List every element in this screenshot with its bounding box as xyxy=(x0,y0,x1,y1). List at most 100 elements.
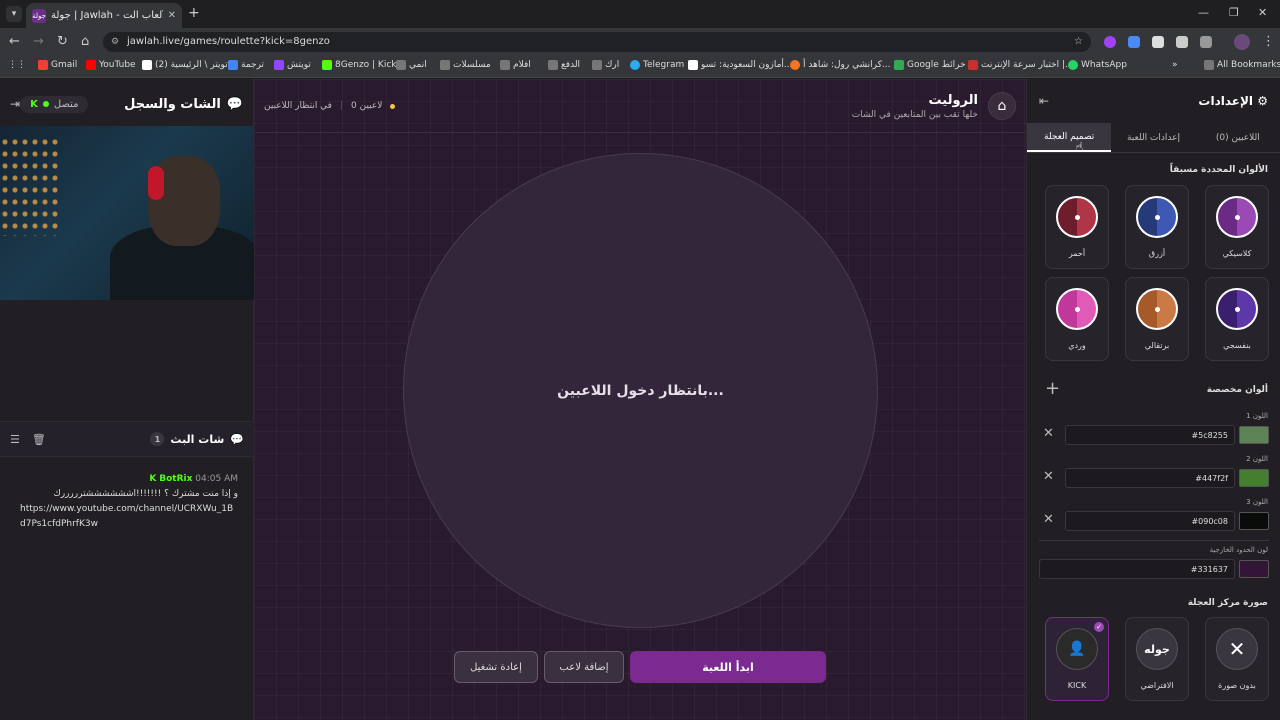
profile-avatar[interactable] xyxy=(1234,34,1250,50)
border-color-swatch[interactable] xyxy=(1239,560,1269,578)
bookmark-folder[interactable]: ارك xyxy=(592,60,619,70)
restart-button[interactable]: إعادة تشغيل xyxy=(454,651,538,683)
bookmark-folder[interactable]: انمي xyxy=(396,60,427,70)
extension-icon[interactable] xyxy=(1176,36,1188,48)
center-image-default[interactable]: جوله الافتراضي xyxy=(1125,617,1189,701)
connection-status-badge: K متصل xyxy=(20,95,89,113)
home-button[interactable]: ⌂ xyxy=(988,92,1016,120)
bookmark-item[interactable]: Gmail xyxy=(38,60,77,70)
reload-icon[interactable]: ↻ xyxy=(57,34,68,49)
bookmarks-overflow-icon[interactable]: » xyxy=(1172,60,1178,70)
color-2-swatch[interactable] xyxy=(1239,469,1269,487)
add-player-button[interactable]: إضافة لاعب xyxy=(544,651,624,683)
collapse-panel-icon[interactable]: ⇥ xyxy=(10,97,20,111)
tab-game-settings[interactable]: إعدادات اللعبة xyxy=(1111,123,1195,152)
selected-check-icon: ✓ xyxy=(1094,622,1104,632)
bookmark-folder[interactable]: الدفع xyxy=(548,60,580,70)
preset-swatch xyxy=(1056,288,1098,330)
close-window-icon[interactable]: ✕ xyxy=(1258,6,1267,19)
extension-icon[interactable] xyxy=(1128,36,1140,48)
color-1-swatch[interactable] xyxy=(1239,426,1269,444)
preset-blue[interactable]: أزرق xyxy=(1125,185,1189,269)
settings-header: ⇤ الإعدادات ⚙ xyxy=(1027,79,1280,123)
preset-orange[interactable]: برتقالي xyxy=(1125,277,1189,361)
bookmark-folder[interactable]: مسلسلات xyxy=(440,60,491,70)
bookmark-item[interactable]: (2) تويتر \ الرئيسية xyxy=(142,60,228,70)
settings-tabs: تصميم العجلة إعدادات اللعبة اللاعبين (0) xyxy=(1027,123,1280,153)
back-icon[interactable]: ← xyxy=(9,34,20,49)
browser-tab[interactable]: جولة جولة | Jawlah - منصة الألعاب الت...… xyxy=(26,3,182,28)
bookmark-item[interactable]: ترجمة xyxy=(228,60,264,70)
menu-dots-icon[interactable]: ⋮ xyxy=(1262,34,1275,49)
align-icon[interactable]: ☰ xyxy=(10,433,20,446)
center-image-kick[interactable]: ✓ 👤 KICK xyxy=(1045,617,1109,701)
home-icon[interactable]: ⌂ xyxy=(81,34,89,49)
color-2-input[interactable]: #447f2f xyxy=(1065,468,1235,488)
bookmark-item[interactable]: أمازون السعودية: تسو... xyxy=(688,60,793,70)
minimize-icon[interactable]: — xyxy=(1198,6,1209,19)
bookmark-item[interactable]: كرانشي رول: شاهد أ... xyxy=(790,60,890,70)
chat-bubble-icon: 💬 xyxy=(226,96,243,112)
preset-swatch xyxy=(1136,196,1178,238)
close-tab-icon[interactable]: ✕ xyxy=(168,10,176,21)
bookmark-item[interactable]: Telegram xyxy=(630,60,684,70)
extensions-puzzle-icon[interactable] xyxy=(1200,36,1212,48)
tab-search-button[interactable]: ▾ xyxy=(6,6,22,22)
bookmark-item[interactable]: اختبار سرعة الإنترنت |... xyxy=(968,60,1074,70)
tab-players[interactable]: اللاعبين (0) xyxy=(1196,123,1280,152)
bookmark-item[interactable]: WhatsApp xyxy=(1068,60,1127,70)
preset-purple[interactable]: بنفسجي xyxy=(1205,277,1269,361)
remove-color-1-icon[interactable]: ✕ xyxy=(1043,426,1054,441)
site-info-icon[interactable]: ⚙ xyxy=(111,32,119,52)
bookmark-star-icon[interactable]: ☆ xyxy=(1074,32,1083,52)
preset-label: برتقالي xyxy=(1144,341,1170,350)
extension-icon[interactable] xyxy=(1152,36,1164,48)
message-time: 04:05 AM xyxy=(195,474,238,484)
center-image-none[interactable]: ✕ بدون صورة xyxy=(1205,617,1269,701)
message-link[interactable]: https://www.youtube.com/channel/UCRXWu_1… xyxy=(20,502,238,532)
mouse-cursor-icon: ☝ xyxy=(1075,140,1084,156)
color-1-input[interactable]: #5c8255 xyxy=(1065,425,1235,445)
collapse-settings-icon[interactable]: ⇤ xyxy=(1039,94,1049,108)
maximize-icon[interactable]: ❐ xyxy=(1229,6,1239,19)
extension-icon[interactable] xyxy=(1104,36,1116,48)
bookmark-folder[interactable]: افلام xyxy=(500,60,531,70)
bookmark-item[interactable]: تويتش xyxy=(274,60,311,70)
bookmark-item[interactable]: 8Genzo | Kick xyxy=(322,60,397,70)
preset-classic[interactable]: كلاسيكي xyxy=(1205,185,1269,269)
tab-wheel-design[interactable]: تصميم العجلة xyxy=(1027,123,1112,152)
status-dot-icon xyxy=(390,103,396,109)
remove-color-2-icon[interactable]: ✕ xyxy=(1043,469,1054,484)
border-color-input[interactable]: #331637 xyxy=(1039,559,1235,579)
image-option-label: الافتراضي xyxy=(1140,681,1174,690)
online-dot-icon xyxy=(42,101,49,107)
gear-icon: ⚙ xyxy=(1257,94,1268,108)
preset-pink[interactable]: وردي xyxy=(1045,277,1109,361)
stream-chat-header: ☰ 🗑 1 شات البث 💬 xyxy=(0,421,254,457)
bookmark-item[interactable]: Google خرائط xyxy=(894,60,966,70)
url-field[interactable]: ⚙ jawlah.live/games/roulette?kick=8genzo… xyxy=(103,32,1091,52)
address-bar-row: ← → ↻ ⌂ ⚙ jawlah.live/games/roulette?kic… xyxy=(0,28,1280,56)
message-username[interactable]: BotRix xyxy=(159,474,192,484)
all-bookmarks[interactable]: All Bookmarks xyxy=(1204,60,1280,70)
bookmark-item[interactable]: YouTube xyxy=(86,60,136,70)
new-tab-button[interactable]: + xyxy=(188,5,200,21)
preset-swatch xyxy=(1216,196,1258,238)
game-title: الروليت xyxy=(928,93,978,108)
forward-icon[interactable]: → xyxy=(33,34,44,49)
color-3-input[interactable]: #090c08 xyxy=(1065,511,1235,531)
kick-icon: K xyxy=(149,474,157,484)
apps-grid-icon[interactable]: ⋮⋮ xyxy=(8,60,26,70)
color-3-swatch[interactable] xyxy=(1239,512,1269,530)
start-game-button[interactable]: ابدأ اللعبة xyxy=(630,651,826,683)
add-color-icon[interactable]: + xyxy=(1045,378,1060,399)
settings-title-text: الإعدادات xyxy=(1198,94,1254,108)
remove-color-3-icon[interactable]: ✕ xyxy=(1043,512,1054,527)
preset-red[interactable]: أحمر xyxy=(1045,185,1109,269)
color-1-label: اللون 1 xyxy=(1246,412,1268,420)
game-header: في انتظار اللاعبين | 0 لاعبين الروليت خل… xyxy=(254,79,1026,133)
trash-icon[interactable]: 🗑 xyxy=(32,433,46,446)
status-text: متصل xyxy=(53,98,79,110)
color-2-label: اللون 2 xyxy=(1246,455,1268,463)
bookmarks-bar: ⋮⋮ Gmail YouTube (2) تويتر \ الرئيسية تر… xyxy=(0,56,1280,78)
